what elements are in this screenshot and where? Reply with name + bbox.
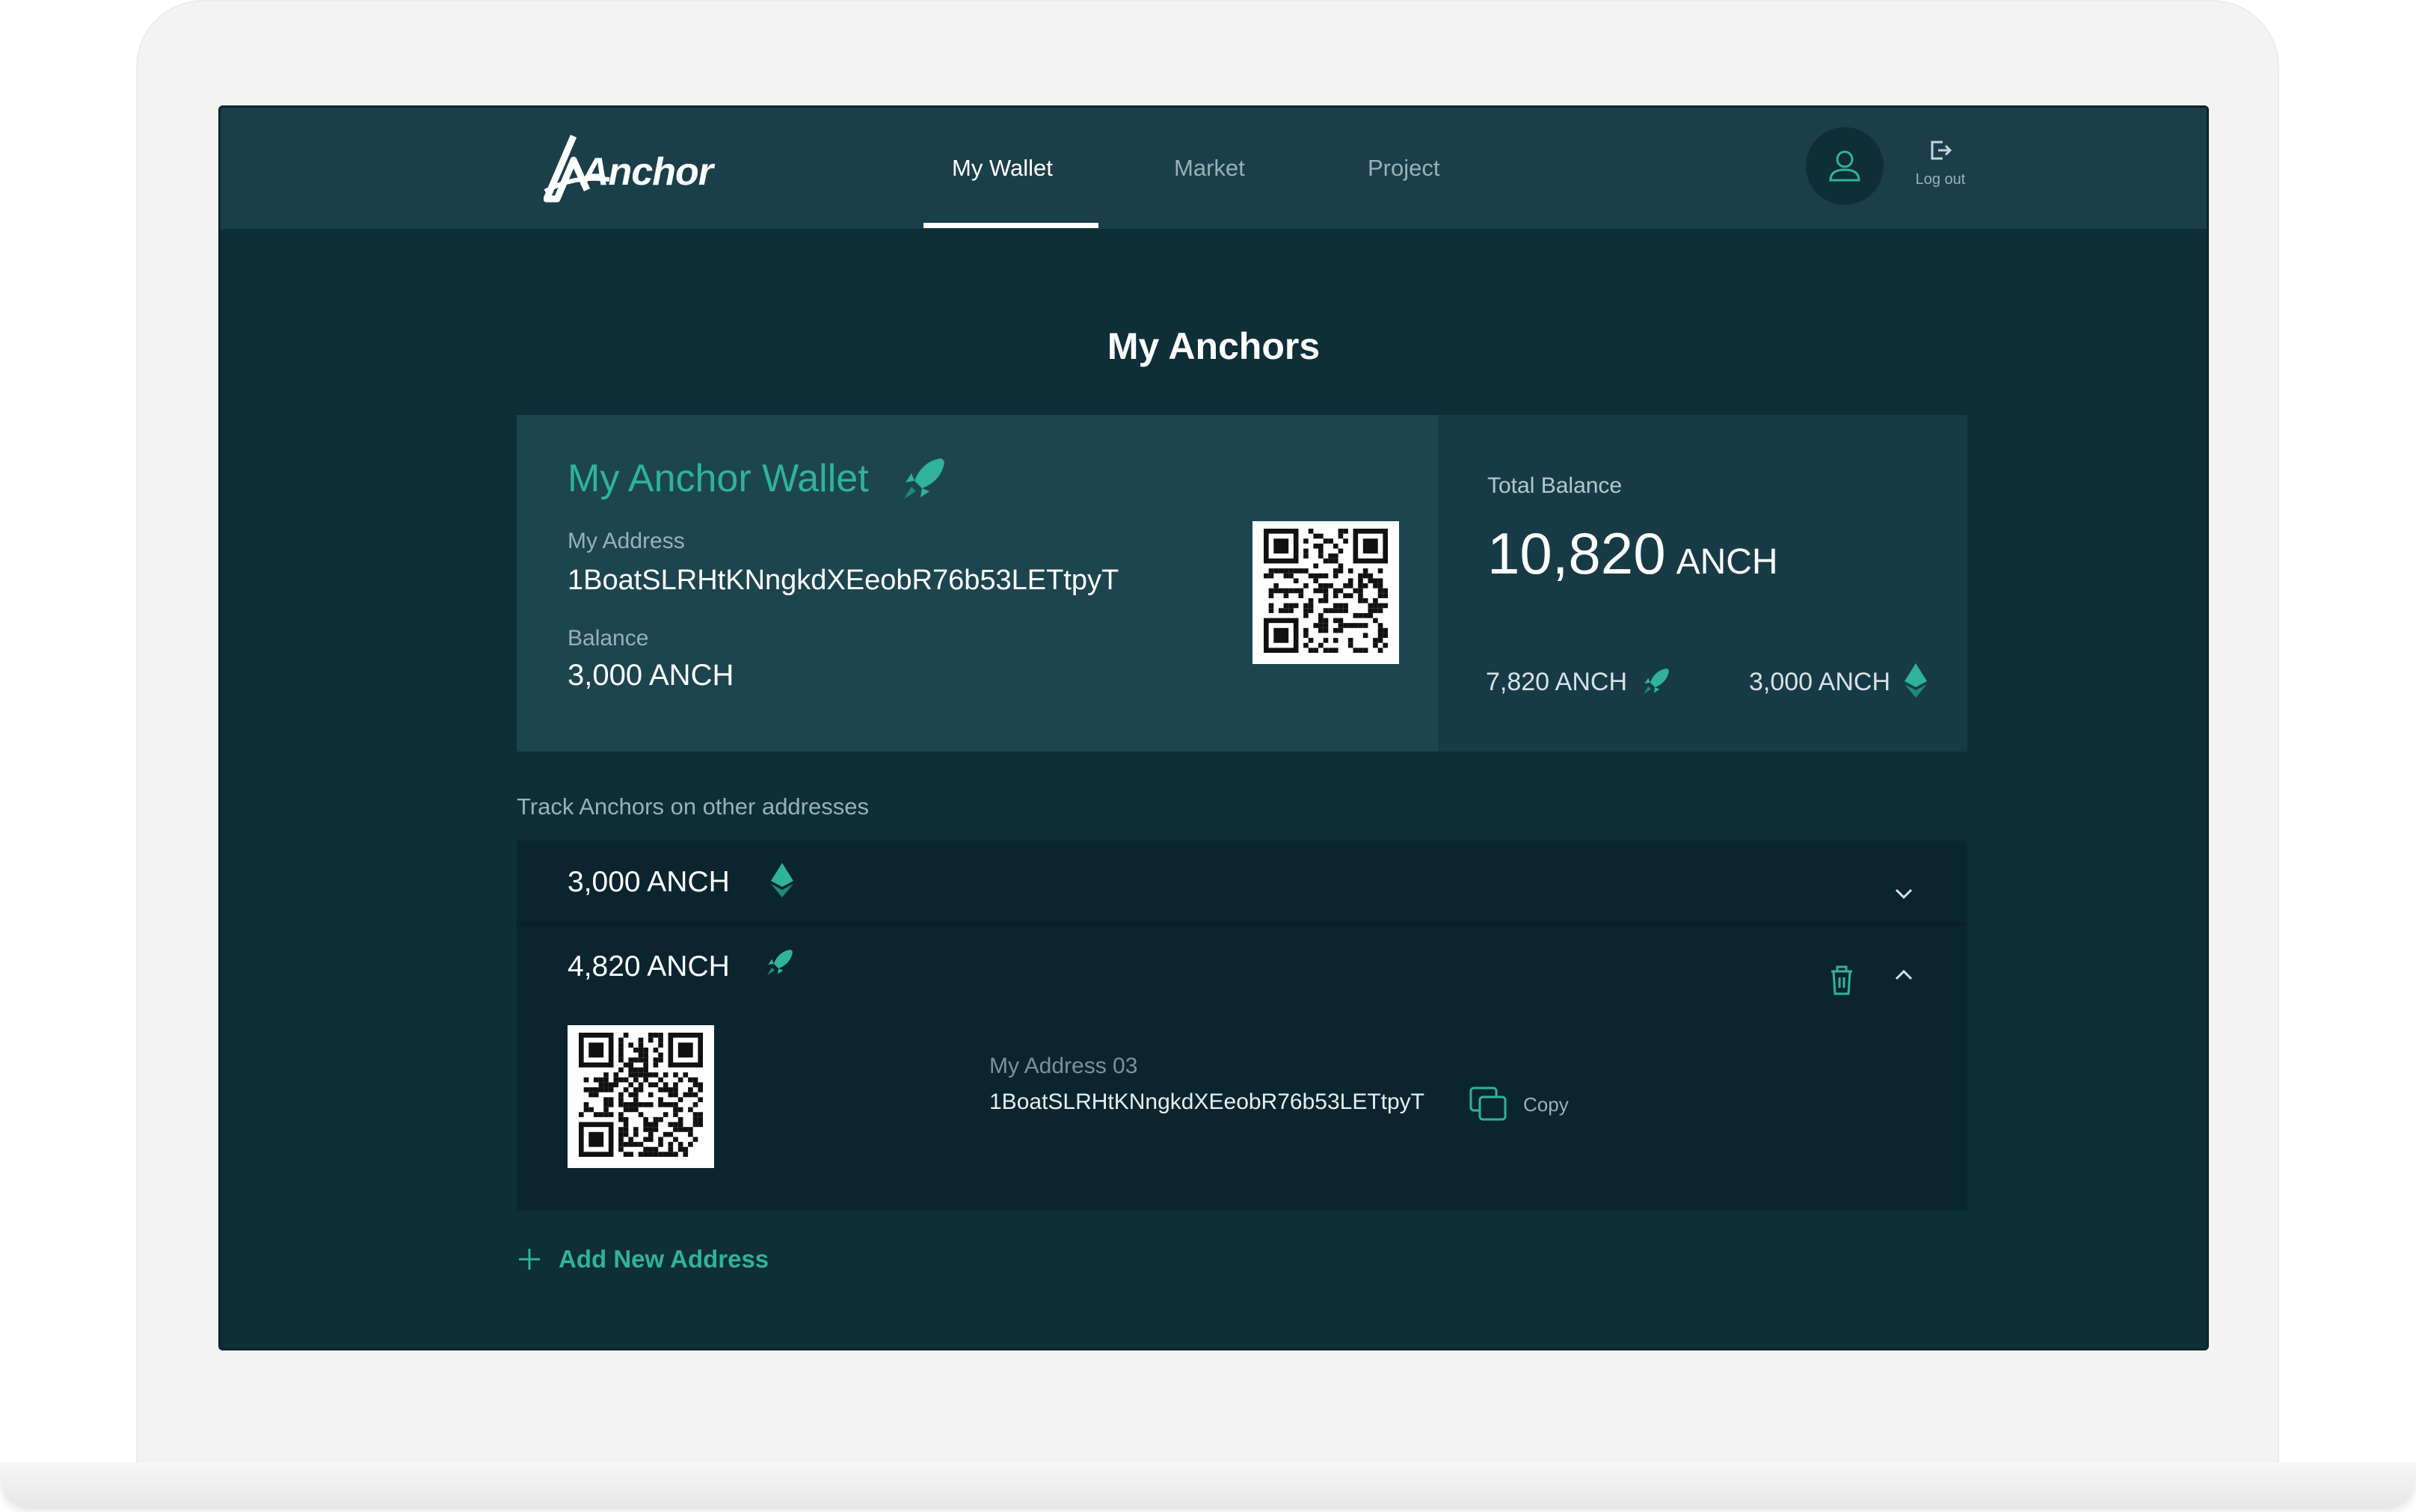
user-icon (1829, 150, 1860, 182)
chevron-down-icon[interactable] (1894, 887, 1914, 900)
ethereum-icon (1905, 663, 1927, 698)
logout-button[interactable]: Log out (1903, 138, 1978, 188)
wallet-balance-label: Balance (568, 626, 649, 651)
tracked-amount: 4,820 ANCH (568, 950, 730, 983)
nav-market[interactable]: Market (1174, 108, 1245, 229)
add-new-address-label: Add New Address (559, 1245, 769, 1273)
copy-icon (1469, 1087, 1507, 1121)
total-balance-unit: ANCH (1676, 542, 1778, 582)
qr-code-icon (579, 1033, 703, 1157)
logout-icon (1931, 141, 1952, 160)
total-balance-number: 10,820 (1487, 520, 1666, 586)
trash-icon[interactable] (1827, 964, 1857, 997)
total-balance-value: 10,820 ANCH (1487, 520, 1778, 588)
app-screen: Anchor My Wallet Market Project Log out … (218, 105, 2209, 1350)
tracked-qr-code[interactable] (568, 1025, 714, 1168)
rocket-icon (1644, 669, 1669, 694)
total-balance-label: Total Balance (1487, 473, 1623, 498)
wallet-title: My Anchor Wallet (568, 457, 869, 500)
plus-icon (519, 1249, 540, 1270)
wallet-card: My Anchor Wallet My Address 1BoatSLRHtKN… (517, 415, 1438, 752)
rocket-icon (904, 458, 944, 499)
total-balance-card: Total Balance 10,820 ANCH 7,820 ANCH 3,00… (1438, 415, 1967, 752)
rocket-icon (767, 950, 793, 975)
add-new-address-button[interactable]: Add New Address (517, 1229, 769, 1289)
tracked-address-row[interactable]: 3,000 ANCH (517, 840, 1967, 925)
ethereum-balance: 3,000 ANCH (1749, 668, 1890, 696)
rocket-balance: 7,820 ANCH (1486, 668, 1627, 696)
tracked-address[interactable]: 1BoatSLRHtKNngkdXEeobR76b53LETtpyT (989, 1090, 1424, 1115)
track-anchors-label: Track Anchors on other addresses (517, 793, 869, 820)
qr-code-icon (1264, 529, 1388, 653)
tracked-amount: 3,000 ANCH (568, 866, 730, 898)
nav-my-wallet[interactable]: My Wallet (952, 108, 1053, 229)
wallet-address[interactable]: 1BoatSLRHtKNngkdXEeobR76b53LETtpyT (568, 565, 1119, 597)
anchor-logo[interactable]: Anchor (543, 130, 723, 205)
ethereum-icon (771, 863, 793, 897)
page-title: My Anchors (1107, 325, 1321, 367)
tracked-address-row-expanded: 4,820 ANCH My Address 03 1BoatSLRHtKNngk… (517, 925, 1967, 1211)
top-navigation-bar: Anchor My Wallet Market Project Log out (221, 108, 2207, 229)
active-tab-indicator (923, 223, 1098, 228)
wallet-address-label: My Address (568, 529, 685, 553)
logout-label: Log out (1915, 171, 1966, 188)
chevron-up-icon[interactable] (1894, 968, 1914, 982)
laptop-base (0, 1463, 2416, 1509)
profile-button[interactable] (1806, 127, 1884, 205)
nav-project[interactable]: Project (1368, 108, 1439, 229)
logo-text: Anchor (581, 150, 713, 194)
wallet-balance: 3,000 ANCH (568, 659, 734, 692)
wallet-qr-code[interactable] (1252, 521, 1399, 664)
copy-button[interactable]: Copy (1468, 1085, 1569, 1124)
copy-label: Copy (1523, 1092, 1569, 1116)
tracked-address-label: My Address 03 (989, 1054, 1138, 1078)
